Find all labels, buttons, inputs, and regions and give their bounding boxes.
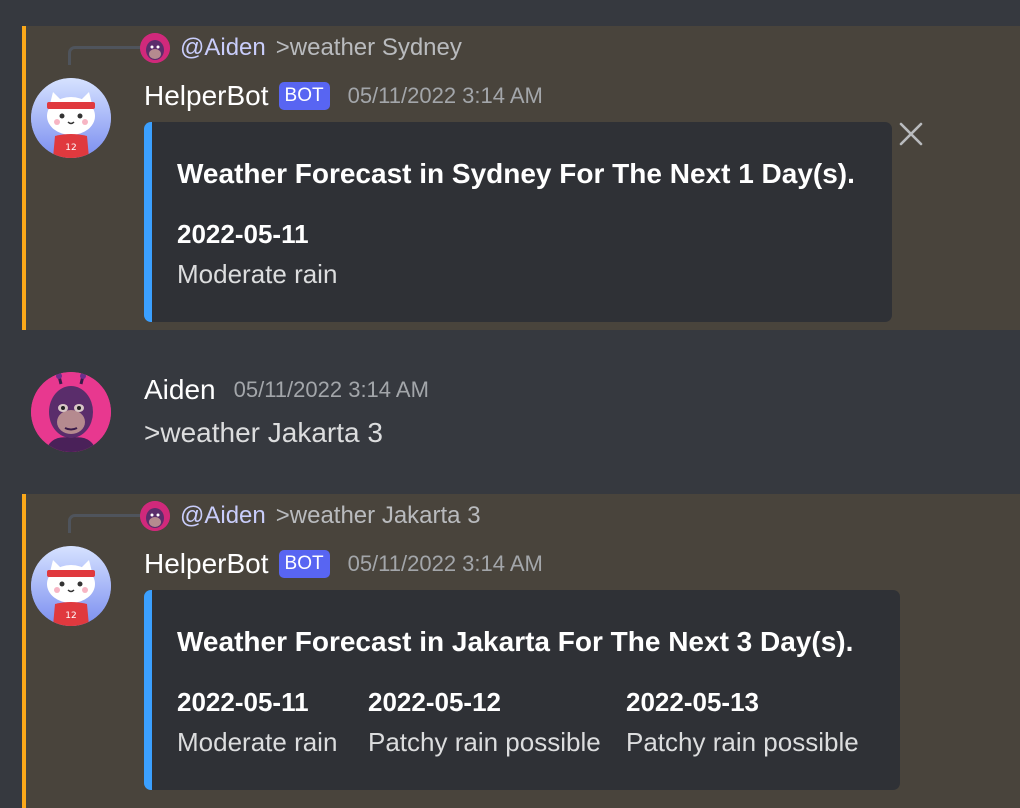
author-name[interactable]: HelperBot xyxy=(144,548,269,580)
message-aiden xyxy=(22,331,1020,493)
message-content: >weather Jakarta 3 xyxy=(144,417,383,448)
cat-avatar-icon: 12 xyxy=(31,78,111,158)
reply-preview[interactable]: @Aiden >weather Sydney xyxy=(140,31,462,65)
reply-connector xyxy=(68,46,143,65)
bot-tag: BOT xyxy=(278,82,330,110)
message-header: Aiden 05/11/2022 3:14 AM xyxy=(144,372,429,408)
author-name[interactable]: HelperBot xyxy=(144,80,269,112)
embed-sydney: Weather Forecast in Sydney For The Next … xyxy=(144,122,892,322)
timestamp[interactable]: 05/11/2022 3:14 AM xyxy=(348,551,543,577)
timestamp[interactable]: 05/11/2022 3:14 AM xyxy=(234,377,429,403)
embed-field: 2022-05-11 Moderate rain xyxy=(177,684,337,764)
svg-text:12: 12 xyxy=(65,611,76,621)
reply-preview[interactable]: @Aiden >weather Jakarta 3 xyxy=(140,499,481,533)
embed-title: Weather Forecast in Sydney For The Next … xyxy=(177,158,855,189)
field-value: Moderate rain xyxy=(177,727,338,757)
reply-mention[interactable]: @Aiden xyxy=(180,502,266,530)
message-header: HelperBot BOT 05/11/2022 3:14 AM xyxy=(144,546,543,582)
reply-text[interactable]: >weather Sydney xyxy=(276,34,462,62)
embed-title: Weather Forecast in Jakarta For The Next… xyxy=(177,626,854,657)
ape-avatar-icon xyxy=(140,501,170,531)
field-value: Patchy rain possible xyxy=(626,727,859,757)
embed-field: 2022-05-11 Moderate rain xyxy=(177,216,337,296)
helperbot-avatar[interactable]: 12 xyxy=(31,546,111,626)
field-name: 2022-05-11 xyxy=(177,219,309,249)
reply-avatar[interactable] xyxy=(140,501,170,531)
field-value: Patchy rain possible xyxy=(368,727,601,757)
helperbot-avatar[interactable]: 12 xyxy=(31,78,111,158)
reply-text[interactable]: >weather Jakarta 3 xyxy=(276,502,481,530)
aiden-avatar[interactable] xyxy=(31,372,111,452)
field-value: Moderate rain xyxy=(177,259,338,289)
close-icon[interactable] xyxy=(897,120,925,148)
field-name: 2022-05-11 xyxy=(177,687,309,717)
message-header: HelperBot BOT 05/11/2022 3:14 AM xyxy=(144,78,543,114)
reply-connector xyxy=(68,514,143,533)
embed-field: 2022-05-13 Patchy rain possible xyxy=(626,684,859,764)
reply-mention[interactable]: @Aiden xyxy=(180,34,266,62)
timestamp[interactable]: 05/11/2022 3:14 AM xyxy=(348,83,543,109)
embed-field: 2022-05-12 Patchy rain possible xyxy=(368,684,601,764)
bot-tag: BOT xyxy=(278,550,330,578)
ape-avatar-icon xyxy=(31,372,111,452)
svg-text:12: 12 xyxy=(65,143,76,153)
reply-avatar[interactable] xyxy=(140,33,170,63)
field-name: 2022-05-12 xyxy=(368,687,501,717)
embed-jakarta: Weather Forecast in Jakarta For The Next… xyxy=(144,590,900,790)
ape-avatar-icon xyxy=(140,33,170,63)
author-name[interactable]: Aiden xyxy=(144,374,216,406)
cat-avatar-icon: 12 xyxy=(31,546,111,626)
field-name: 2022-05-13 xyxy=(626,687,759,717)
